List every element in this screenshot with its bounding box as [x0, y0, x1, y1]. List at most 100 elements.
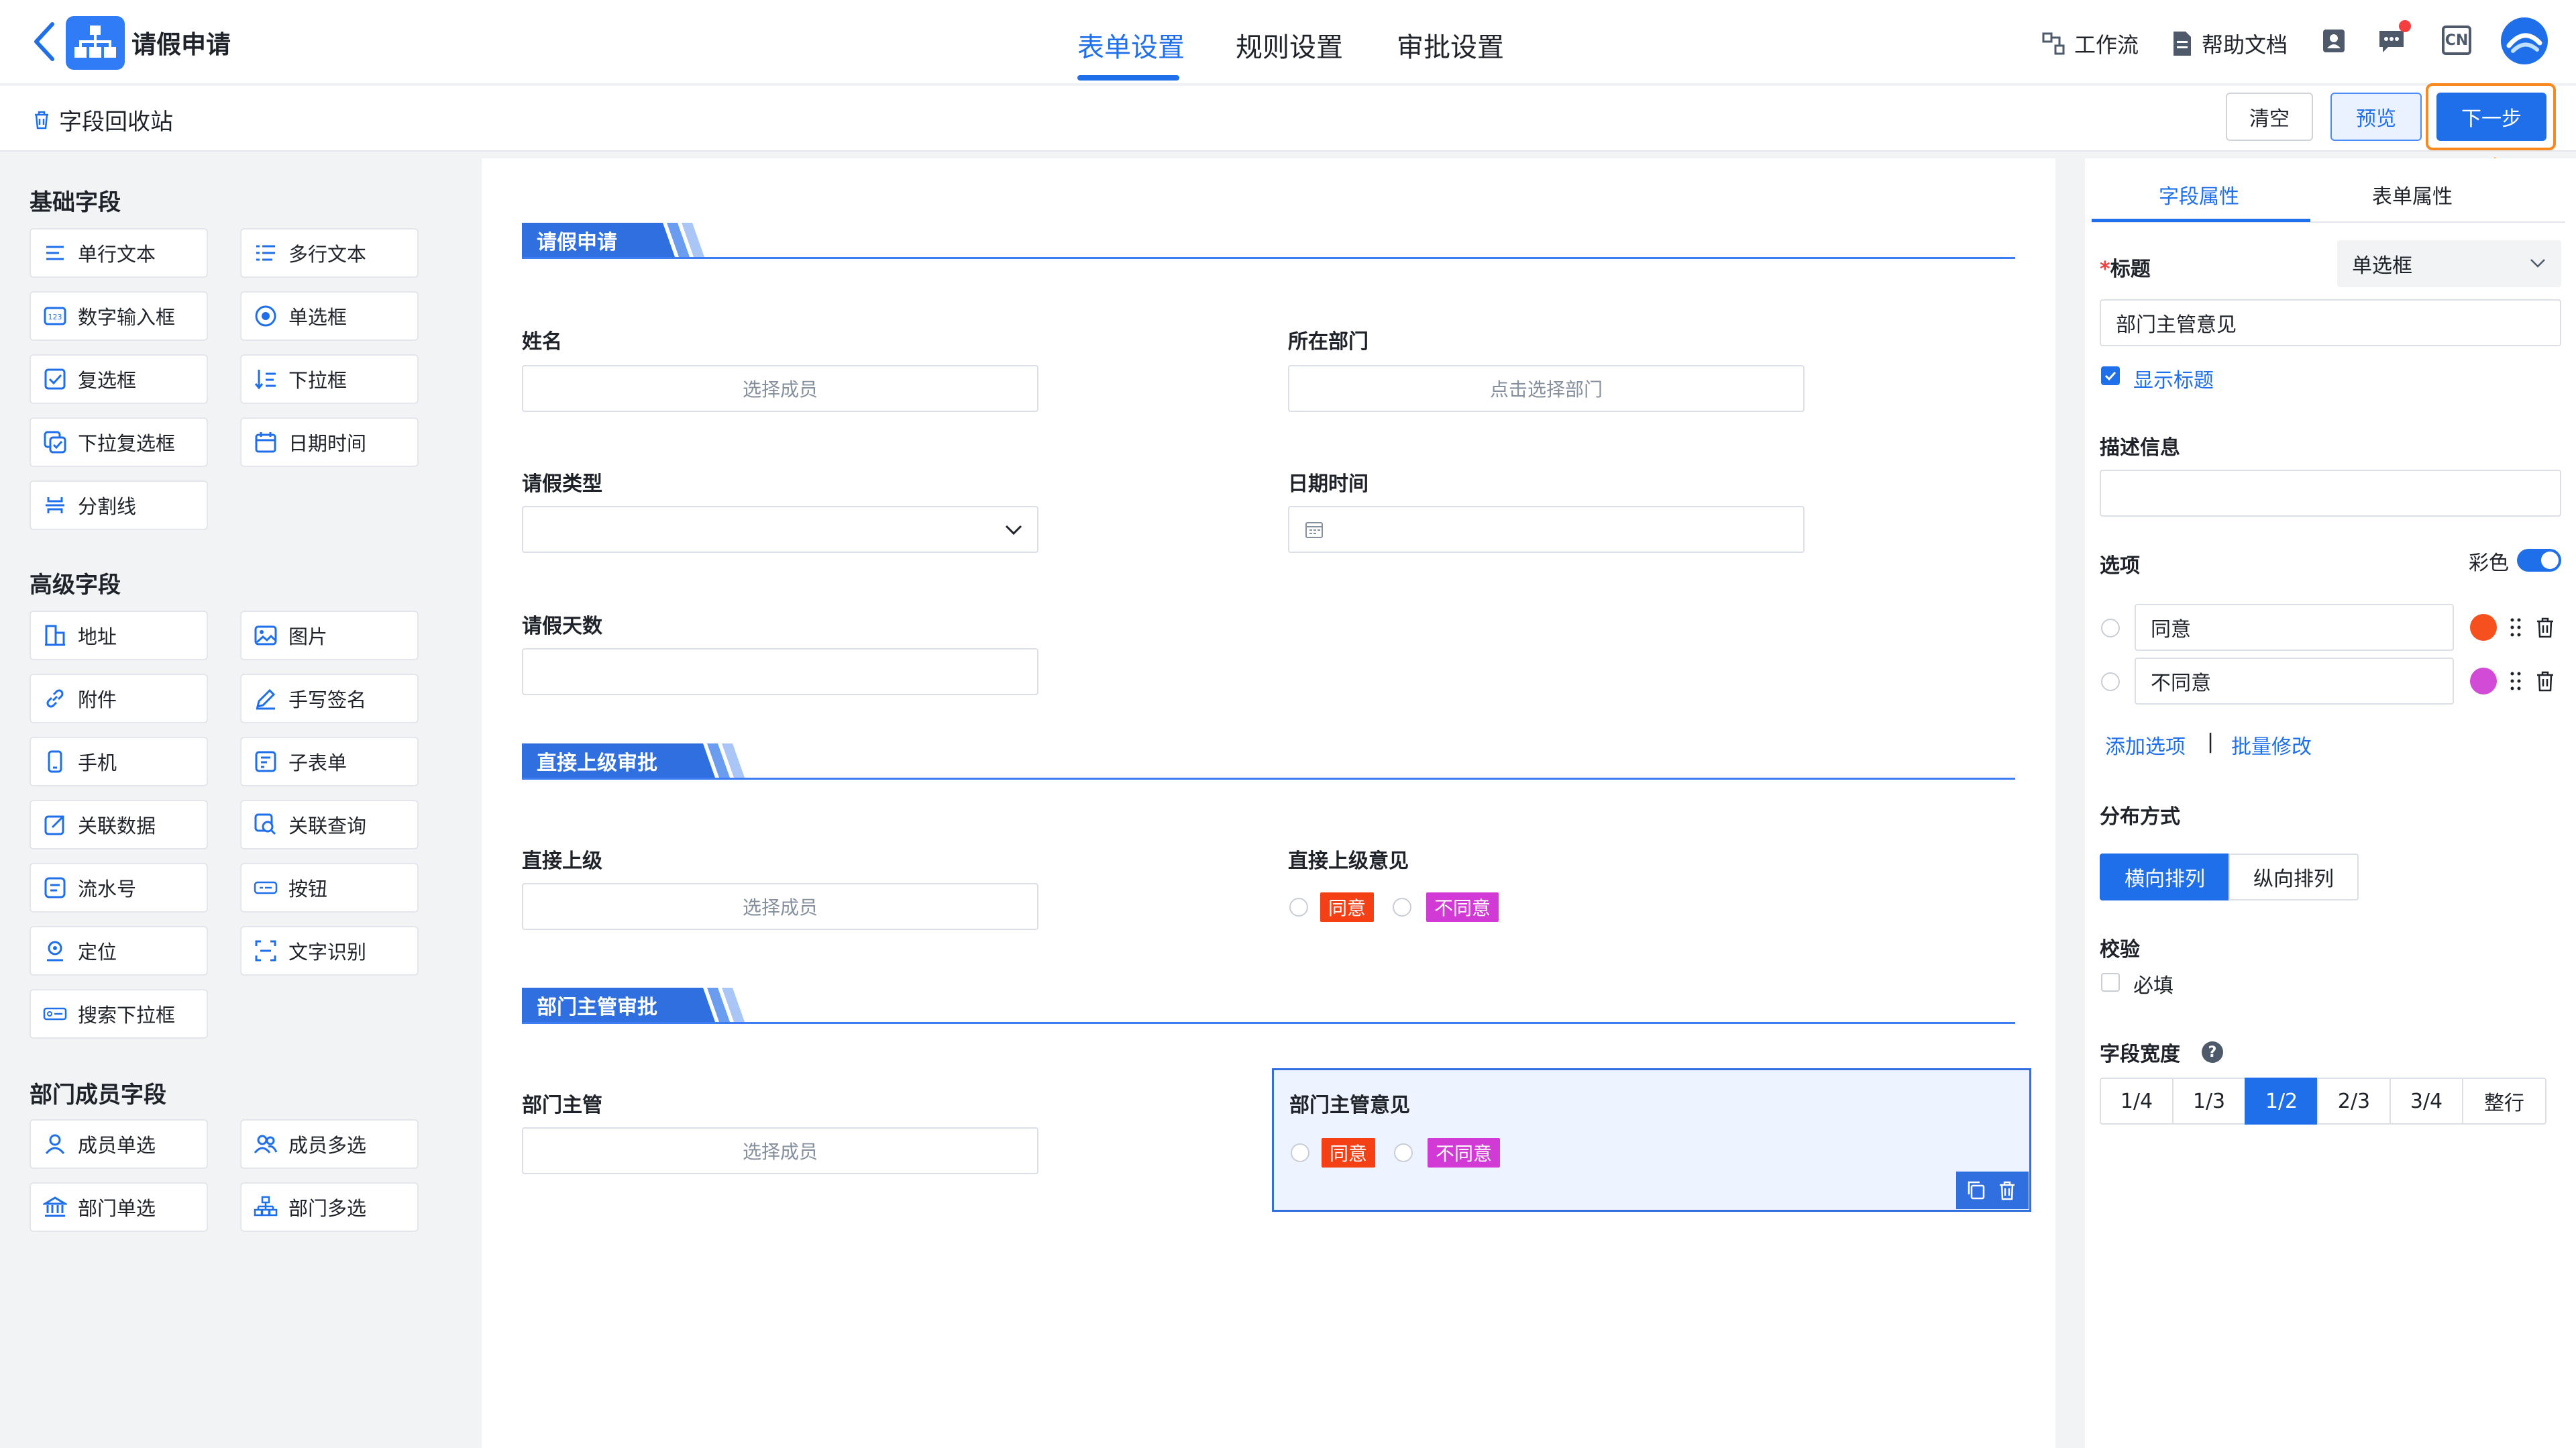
- trash-icon[interactable]: [2534, 616, 2556, 639]
- field-location[interactable]: 定位: [30, 926, 208, 976]
- required-checkbox[interactable]: [2101, 973, 2120, 992]
- option-input[interactable]: 同意: [2135, 604, 2454, 651]
- name-member-picker[interactable]: 选择成员: [522, 365, 1038, 412]
- manager-opinion-radio-agree[interactable]: [1291, 1143, 1309, 1162]
- field-number-input[interactable]: 123 数字输入框: [30, 291, 208, 341]
- field-phone[interactable]: 手机: [30, 737, 208, 786]
- manager-opinion-radio-disagree[interactable]: [1394, 1143, 1413, 1162]
- width-option-1-3[interactable]: 1/3: [2172, 1078, 2246, 1125]
- help-question-icon[interactable]: ?: [2202, 1041, 2223, 1063]
- field-label: 数字输入框: [78, 306, 176, 329]
- description-input[interactable]: [2100, 470, 2561, 517]
- field-ocr[interactable]: 文字识别: [240, 926, 419, 976]
- width-option-full-row[interactable]: 整行: [2462, 1078, 2546, 1125]
- field-subform[interactable]: 子表单: [240, 737, 419, 786]
- supervisor-opinion-radio-disagree[interactable]: [1393, 898, 1411, 917]
- delete-icon[interactable]: [1996, 1180, 2018, 1201]
- field-search-dropdown[interactable]: 搜索下拉框: [30, 989, 208, 1039]
- tab-form-properties[interactable]: 表单属性: [2372, 180, 2453, 209]
- field-divider[interactable]: 分割线: [30, 480, 208, 530]
- option-input[interactable]: 不同意: [2135, 658, 2454, 705]
- field-multi-select-dropdown[interactable]: 下拉复选框: [30, 417, 208, 467]
- width-option-1-4[interactable]: 1/4: [2100, 1078, 2174, 1125]
- copy-icon[interactable]: [1966, 1180, 1987, 1201]
- field-dept-single[interactable]: 部门单选: [30, 1182, 208, 1232]
- option-default-radio[interactable]: [2101, 672, 2120, 691]
- field-member-multi[interactable]: 成员多选: [240, 1119, 419, 1169]
- option-color-swatch[interactable]: [2470, 668, 2497, 694]
- validation-label: 校验: [2100, 938, 2140, 962]
- field-multi-line-text[interactable]: 多行文本: [240, 228, 419, 278]
- building-icon: [45, 625, 65, 646]
- preview-button[interactable]: 预览: [2330, 93, 2422, 141]
- trash-icon[interactable]: [2534, 670, 2556, 692]
- field-image[interactable]: 图片: [240, 611, 419, 660]
- field-label: 图片: [288, 625, 328, 648]
- supervisor-member-picker[interactable]: 选择成员: [522, 883, 1038, 930]
- layout-horizontal-button[interactable]: 横向排列: [2100, 854, 2230, 900]
- avatar[interactable]: [2501, 17, 2548, 64]
- field-signature[interactable]: 手写签名: [240, 674, 419, 723]
- show-title-checkbox[interactable]: [2101, 366, 2120, 385]
- field-linked-data[interactable]: 关联数据: [30, 800, 208, 849]
- stripes-decoration-icon: [690, 743, 745, 778]
- field-type-select[interactable]: 单选框: [2337, 240, 2561, 287]
- drag-handle-icon[interactable]: [2509, 670, 2522, 692]
- tab-form-settings[interactable]: 表单设置: [1077, 25, 1185, 64]
- org-chart-icon: [254, 1196, 278, 1217]
- button-icon: [254, 881, 278, 894]
- batch-edit-link[interactable]: 批量修改: [2231, 730, 2312, 760]
- clear-button[interactable]: 清空: [2226, 93, 2313, 141]
- leave-type-select[interactable]: [522, 506, 1038, 553]
- field-dropdown[interactable]: 下拉框: [240, 354, 419, 404]
- tab-rule-settings[interactable]: 规则设置: [1236, 25, 1343, 64]
- leave-days-input[interactable]: [522, 648, 1038, 695]
- multi-line-text-icon: [256, 245, 275, 261]
- next-step-button[interactable]: 下一步: [2436, 93, 2546, 141]
- field-recycle-bin-link[interactable]: 字段回收站: [31, 103, 173, 136]
- manager-member-picker[interactable]: 选择成员: [522, 1127, 1038, 1174]
- datetime-picker[interactable]: [1288, 506, 1805, 553]
- field-datetime[interactable]: 日期时间: [240, 417, 419, 467]
- field-single-line-text[interactable]: 单行文本: [30, 228, 208, 278]
- back-arrow-icon[interactable]: [31, 20, 58, 63]
- field-address[interactable]: 地址: [30, 611, 208, 660]
- width-option-3-4[interactable]: 3/4: [2390, 1078, 2463, 1125]
- multi-select-icon: [44, 431, 66, 454]
- contacts-icon[interactable]: [2318, 25, 2349, 56]
- field-attachment[interactable]: 附件: [30, 674, 208, 723]
- field-button[interactable]: 按钮: [240, 863, 419, 913]
- workflow-button[interactable]: 工作流: [2041, 28, 2139, 59]
- calendar-icon: [1305, 522, 1323, 538]
- field-dept-multi[interactable]: 部门多选: [240, 1182, 419, 1232]
- color-toggle-switch[interactable]: [2517, 549, 2561, 572]
- field-label-manager-opinion: 部门主管意见: [1289, 1094, 1410, 1117]
- add-option-link[interactable]: 添加选项: [2105, 730, 2186, 760]
- field-radio[interactable]: 单选框: [240, 291, 419, 341]
- field-linked-query[interactable]: 关联查询: [240, 800, 419, 849]
- department-picker[interactable]: 点击选择部门: [1288, 365, 1805, 412]
- supervisor-opinion-radio-agree[interactable]: [1289, 898, 1308, 917]
- field-label: 单行文本: [78, 243, 156, 266]
- field-label: 地址: [78, 625, 117, 648]
- drag-handle-icon[interactable]: [2509, 616, 2522, 639]
- title-input[interactable]: 部门主管意见: [2100, 299, 2561, 346]
- option-color-swatch[interactable]: [2470, 614, 2497, 641]
- field-serial-number[interactable]: 流水号: [30, 863, 208, 913]
- help-docs-button[interactable]: 帮助文档: [2171, 28, 2288, 59]
- toggle-knob: [2541, 552, 2559, 569]
- layout-vertical-button[interactable]: 纵向排列: [2229, 854, 2359, 900]
- tab-approval-settings[interactable]: 审批设置: [1397, 25, 1504, 64]
- language-switch[interactable]: CN: [2442, 25, 2471, 55]
- field-label: 下拉复选框: [78, 432, 176, 455]
- width-option-2-3[interactable]: 2/3: [2317, 1078, 2391, 1125]
- field-label: 手机: [78, 752, 117, 774]
- field-label: 关联查询: [288, 815, 367, 837]
- radio-icon: [255, 305, 276, 327]
- option-default-radio[interactable]: [2101, 619, 2120, 637]
- width-option-1-2[interactable]: 1/2: [2245, 1078, 2318, 1125]
- field-member-single[interactable]: 成员单选: [30, 1119, 208, 1169]
- field-checkbox[interactable]: 复选框: [30, 354, 208, 404]
- notification-dot: [2399, 20, 2411, 32]
- tab-field-properties[interactable]: 字段属性: [2159, 180, 2239, 209]
